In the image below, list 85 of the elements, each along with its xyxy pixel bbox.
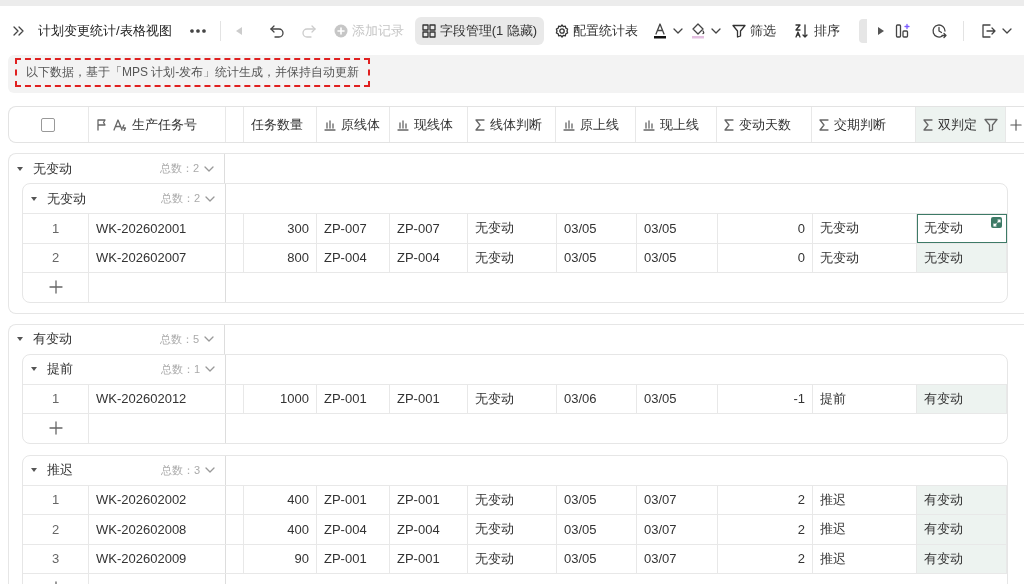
table-cell[interactable]: ZP-007: [390, 214, 468, 243]
table-cell[interactable]: WK-202602008: [89, 515, 226, 544]
table-cell[interactable]: 03/05: [557, 243, 637, 272]
row-number: 3: [23, 544, 89, 573]
table-cell[interactable]: 03/05: [637, 384, 718, 413]
table-cell[interactable]: 800: [244, 243, 317, 272]
table-cell[interactable]: 有变动: [917, 544, 1007, 573]
table-cell[interactable]: 无变动: [468, 243, 557, 272]
table-cell[interactable]: 有变动: [917, 384, 1007, 413]
row-number: 1: [23, 384, 89, 413]
table-cell[interactable]: 无变动: [468, 544, 557, 573]
group-label: 无变动: [33, 159, 72, 178]
table-cell[interactable]: 03/06: [557, 384, 637, 413]
column-header[interactable]: 现上线: [636, 107, 718, 142]
table-cell[interactable]: 0: [718, 243, 813, 272]
column-header[interactable]: 双判定: [916, 107, 1007, 142]
toolbar-button[interactable]: 排序: [787, 16, 848, 45]
table-cell[interactable]: ZP-001: [390, 485, 468, 514]
table-cell[interactable]: 无变动: [468, 384, 557, 413]
column-header[interactable]: 现线体: [389, 107, 468, 142]
table-cell[interactable]: WK-202602001: [89, 214, 226, 243]
group-label: 有变动: [33, 330, 72, 348]
table-cell[interactable]: 2: [718, 515, 813, 544]
group-count: 总数：3: [160, 462, 200, 478]
breadcrumb-title: 计划变更统计/表格视图: [38, 21, 172, 40]
table-cell[interactable]: ZP-001: [390, 384, 468, 413]
row-number: 2: [23, 515, 89, 544]
table-cell[interactable]: 03/07: [637, 544, 718, 573]
table-cell[interactable]: WK-202602009: [89, 544, 226, 573]
table-cell[interactable]: -1: [718, 384, 813, 413]
group-count: 总数：1: [160, 361, 200, 377]
table-cell[interactable]: ZP-004: [317, 515, 390, 544]
group-count: 总数：2: [159, 161, 199, 176]
group-label: 推迟: [47, 461, 73, 479]
table-cell[interactable]: WK-202602002: [89, 485, 226, 514]
group-label: 提前: [47, 360, 73, 378]
table-cell[interactable]: 03/05: [557, 214, 637, 243]
table-cell[interactable]: 2: [718, 485, 813, 514]
table-cell[interactable]: 无变动: [917, 214, 1007, 243]
table-cell[interactable]: ZP-001: [317, 544, 390, 573]
toolbar-button[interactable]: 筛选: [725, 16, 784, 45]
table-cell[interactable]: 03/05: [557, 515, 637, 544]
table-cell[interactable]: 03/05: [637, 214, 718, 243]
table-cell[interactable]: 400: [244, 515, 317, 544]
table-cell[interactable]: ZP-004: [390, 243, 468, 272]
table-cell[interactable]: ZP-001: [390, 544, 468, 573]
column-header[interactable]: 生产任务号: [88, 107, 226, 142]
table-cell[interactable]: 300: [244, 214, 317, 243]
table-cell[interactable]: 03/05: [557, 485, 637, 514]
table-cell[interactable]: WK-202602007: [89, 243, 226, 272]
table-cell[interactable]: 无变动: [468, 485, 557, 514]
table-cell[interactable]: 无变动: [468, 214, 557, 243]
table-cell[interactable]: ZP-001: [317, 384, 390, 413]
table-cell[interactable]: 有变动: [917, 485, 1007, 514]
table-cell[interactable]: ZP-007: [317, 214, 390, 243]
table-cell[interactable]: 03/05: [557, 544, 637, 573]
notice-text: 以下数据，基于「MPS 计划-发布」统计生成，并保持自动更新: [15, 58, 371, 87]
table-cell[interactable]: 90: [244, 544, 317, 573]
table-cell[interactable]: 无变动: [917, 243, 1007, 272]
group-label: 无变动: [47, 189, 86, 208]
table-cell[interactable]: 1000: [244, 384, 317, 413]
table-cell[interactable]: 03/07: [637, 515, 718, 544]
table-cell[interactable]: 03/07: [637, 485, 718, 514]
table-cell[interactable]: 400: [244, 485, 317, 514]
table-cell[interactable]: ZP-001: [317, 485, 390, 514]
toolbar-button[interactable]: 字段管理(1 隐藏): [414, 16, 545, 45]
column-header[interactable]: 原上线: [556, 107, 637, 142]
column-header[interactable]: 原线体: [316, 107, 390, 142]
table-cell[interactable]: 0: [718, 214, 813, 243]
column-header[interactable]: 任务数量: [243, 107, 317, 142]
row-number: 2: [23, 243, 89, 272]
table-cell[interactable]: WK-202602012: [89, 384, 226, 413]
table-cell[interactable]: 2: [718, 544, 813, 573]
table-cell[interactable]: 无变动: [468, 515, 557, 544]
toolbar-button[interactable]: 配置统计表: [548, 16, 646, 45]
column-header[interactable]: 线体判断: [467, 107, 557, 142]
table-cell[interactable]: ZP-004: [317, 243, 390, 272]
table-cell[interactable]: 有变动: [917, 515, 1007, 544]
row-number: 1: [23, 485, 89, 514]
row-number: 1: [23, 214, 89, 243]
column-header[interactable]: 变动天数: [717, 107, 813, 142]
table-cell[interactable]: ZP-004: [390, 515, 468, 544]
group-count: 总数：5: [159, 331, 199, 347]
group-count: 总数：2: [160, 191, 200, 206]
table-cell[interactable]: 03/05: [637, 243, 718, 272]
